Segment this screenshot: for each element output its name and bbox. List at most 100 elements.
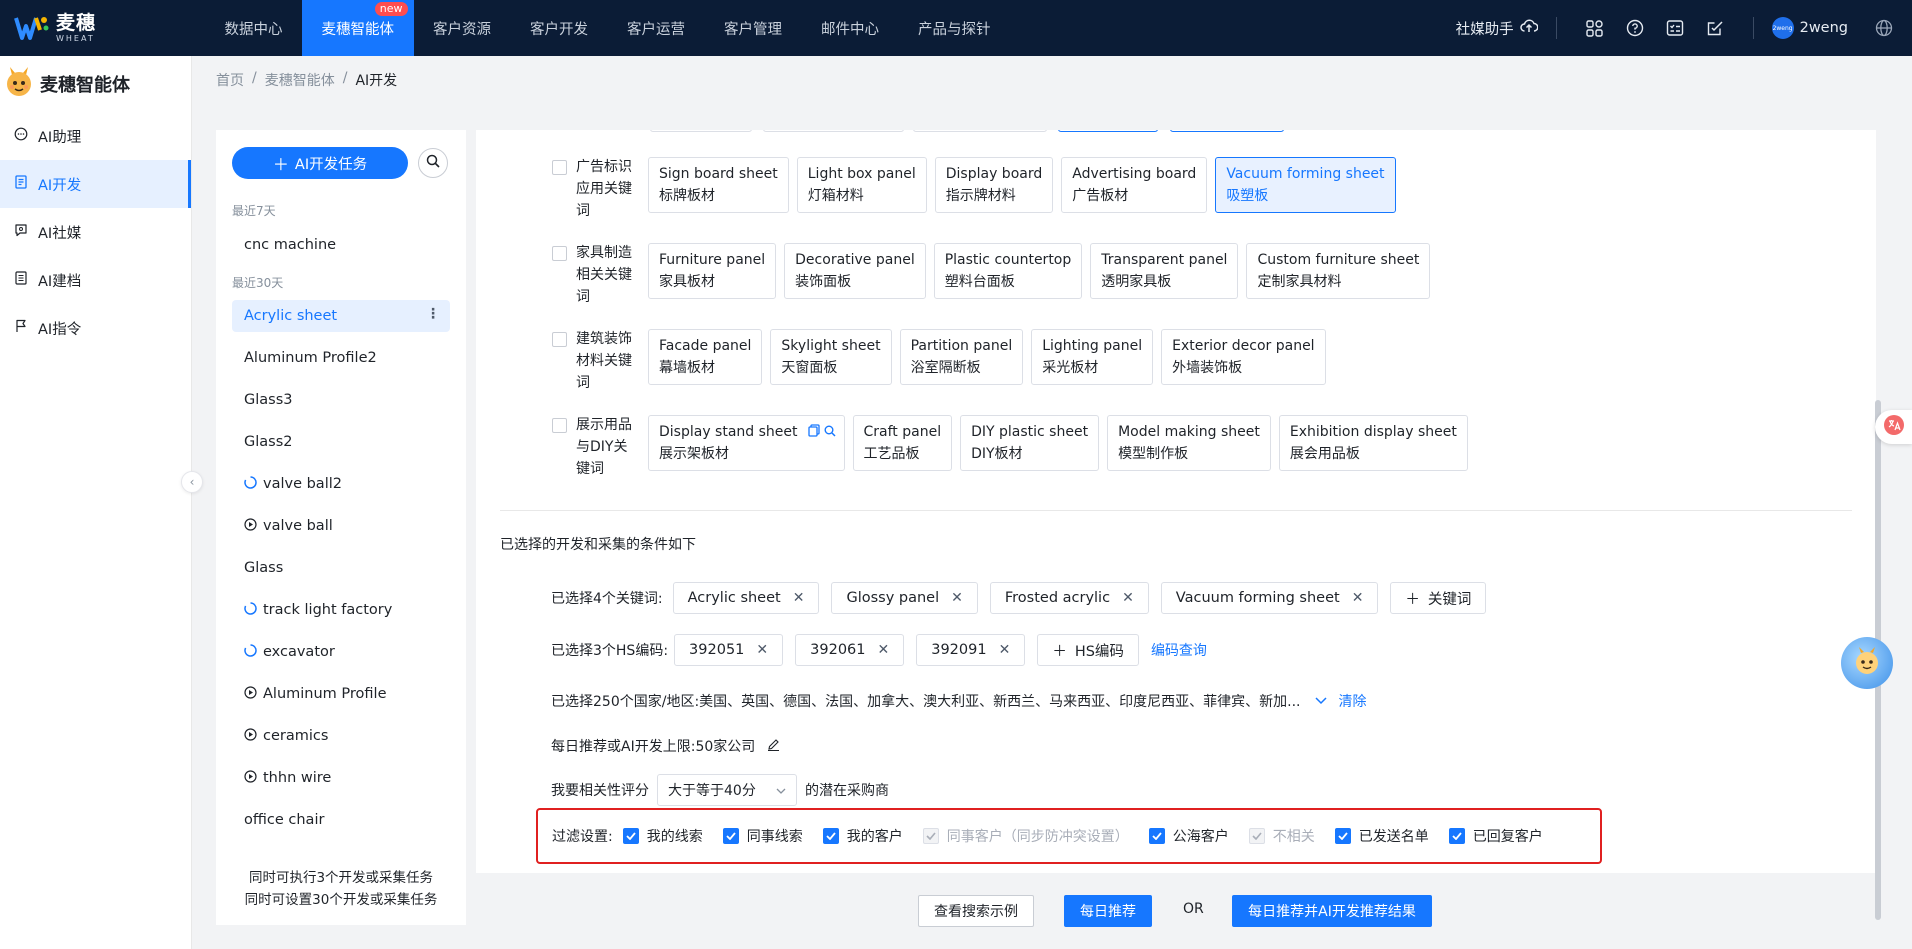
filter-my-leads[interactable]: 我的线索	[622, 826, 703, 846]
filter-colleague-leads[interactable]: 同事线索	[722, 826, 803, 846]
close-icon[interactable]: ✕	[1122, 590, 1134, 606]
nav-item-products-probe[interactable]: 产品与探针	[899, 0, 1011, 56]
hs-lookup-link[interactable]: 编码查询	[1151, 640, 1207, 660]
keyword-option[interactable]: Model making sheet 模型制作板	[1107, 415, 1271, 471]
keyword-option[interactable]: Lighting panel 采光板材	[1031, 329, 1154, 385]
sidebar-item-ai-development[interactable]: AI开发	[0, 160, 191, 208]
add-hs-code-button[interactable]: ＋ HS编码	[1037, 634, 1139, 666]
more-vertical-icon[interactable]: ⋮	[426, 307, 440, 321]
task-item[interactable]: Glass2	[232, 426, 450, 458]
close-icon[interactable]: ✕	[793, 590, 805, 606]
chevron-down-icon[interactable]	[1314, 693, 1327, 709]
nav-item-ai-agent[interactable]: 麦穗智能体 new	[302, 0, 414, 56]
copy-icon[interactable]	[807, 422, 820, 444]
close-icon[interactable]: ✕	[878, 642, 890, 658]
edit-note-icon[interactable]	[1705, 18, 1725, 38]
close-icon[interactable]: ✕	[951, 590, 963, 606]
keyword-option[interactable]: Furniture panel 家具板材	[648, 243, 777, 299]
apps-grid-icon[interactable]	[1585, 18, 1605, 38]
task-item[interactable]: valve ball2	[232, 468, 450, 500]
category-checkbox[interactable]	[552, 418, 567, 433]
keyword-option[interactable]: Exterior decor panel 外墙装饰板	[1161, 329, 1326, 385]
nav-item-customer-resources[interactable]: 客户资源	[414, 0, 511, 56]
category-label: 广告标识应用关键词	[576, 159, 632, 219]
user-menu[interactable]: 2weng 2weng	[1771, 17, 1848, 39]
filter-public-customers[interactable]: 公海客户	[1148, 826, 1229, 846]
filter-sent-list[interactable]: 已发送名单	[1334, 826, 1429, 846]
task-search-button[interactable]	[418, 148, 448, 178]
keyword-option[interactable]: DIY plastic sheet DIY板材	[960, 415, 1100, 471]
task-item[interactable]: excavator	[232, 636, 450, 668]
keyword-option[interactable]: Display stand sheet 展示架板材	[648, 415, 845, 471]
breadcrumb-home[interactable]: 首页	[216, 70, 244, 90]
close-icon[interactable]: ✕	[999, 642, 1011, 658]
task-item[interactable]: Glass	[232, 552, 450, 584]
add-keyword-button[interactable]: ＋关键词	[1390, 582, 1487, 614]
keyword-option[interactable]: Display board 指示牌材料	[934, 157, 1054, 213]
filter-my-customers[interactable]: 我的客户	[822, 826, 903, 846]
keyword-option[interactable]: Skylight sheet 天窗面板	[770, 329, 892, 385]
task-list-icon[interactable]	[1665, 18, 1685, 38]
task-item[interactable]: ceramics	[232, 720, 450, 752]
collapse-sidebar-button[interactable]: ‹	[181, 471, 203, 493]
task-item[interactable]: track light factory	[232, 594, 450, 626]
plus-icon: ＋	[1052, 643, 1067, 660]
keyword-option[interactable]: Plastic countertop 塑料台面板	[933, 243, 1083, 299]
task-item[interactable]: Aluminum Profile	[232, 678, 450, 710]
social-assistant-button[interactable]: 社媒助手	[1456, 18, 1539, 39]
edit-icon[interactable]	[767, 738, 780, 755]
search-icon[interactable]	[824, 422, 836, 444]
flag-icon	[14, 319, 28, 337]
translate-widget[interactable]	[1875, 410, 1912, 444]
view-search-example-button[interactable]: 查看搜索示例	[918, 895, 1034, 927]
close-icon[interactable]: ✕	[756, 642, 768, 658]
keyword-option[interactable]: Light box panel 灯箱材料	[796, 157, 927, 213]
keyword-option[interactable]: Transparent panel 透明家具板	[1090, 243, 1239, 299]
clear-countries-link[interactable]: 清除	[1339, 691, 1367, 711]
nav-item-customer-management[interactable]: 客户管理	[705, 0, 802, 56]
task-item[interactable]: cnc machine	[232, 229, 450, 261]
task-item[interactable]: Glass3	[232, 384, 450, 416]
keyword-option[interactable]: Sign board sheet 标牌板材	[648, 157, 789, 213]
daily-recommend-ai-button[interactable]: 每日推荐并AI开发推荐结果	[1232, 895, 1432, 927]
loading-spinner-icon	[244, 643, 257, 661]
sidebar-item-ai-assistant[interactable]: AI助理	[0, 112, 191, 160]
task-item[interactable]: office chair	[232, 804, 450, 836]
add-ai-task-button[interactable]: ＋ AI开发任务	[232, 147, 408, 179]
nav-item-customer-development[interactable]: 客户开发	[511, 0, 608, 56]
sidebar-item-ai-command[interactable]: AI指令	[0, 304, 191, 352]
keyword-option[interactable]: Advertising board 广告板材	[1061, 157, 1208, 213]
nav-item-data-center[interactable]: 数据中心	[205, 0, 302, 56]
keyword-option[interactable]: Exhibition display sheet 展会用品板	[1278, 415, 1468, 471]
category-checkbox[interactable]	[552, 332, 567, 347]
daily-recommend-button[interactable]: 每日推荐	[1064, 895, 1152, 927]
category-checkbox[interactable]	[552, 246, 567, 261]
keyword-option[interactable]: Custom furniture sheet 定制家具材料	[1246, 243, 1431, 299]
keyword-option[interactable]: Partition panel 浴室隔断板	[899, 329, 1024, 385]
play-circle-icon	[244, 517, 257, 535]
score-select[interactable]: 大于等于40分	[657, 774, 797, 806]
breadcrumb-section[interactable]: 麦穗智能体	[265, 70, 335, 90]
task-item[interactable]: thhn wire	[232, 762, 450, 794]
sidebar-item-ai-profile[interactable]: AI建档	[0, 256, 191, 304]
nav-item-mail-center[interactable]: 邮件中心	[802, 0, 899, 56]
keyword-option[interactable]: Facade panel 幕墙板材	[648, 329, 763, 385]
keyword-option[interactable]: Decorative panel 装饰面板	[784, 243, 926, 299]
task-item[interactable]: valve ball	[232, 510, 450, 542]
sidebar-item-ai-social[interactable]: AI社媒	[0, 208, 191, 256]
checkbox-checked-icon	[1148, 828, 1165, 844]
filter-replied-customers[interactable]: 已回复客户	[1448, 826, 1543, 846]
task-item-selected[interactable]: Acrylic sheet ⋮	[232, 300, 450, 332]
loading-spinner-icon	[244, 475, 257, 493]
category-checkbox[interactable]	[552, 160, 567, 175]
help-icon[interactable]	[1625, 18, 1645, 38]
ai-assistant-float-button[interactable]	[1841, 637, 1893, 689]
keyword-option[interactable]: Craft panel 工艺品板	[852, 415, 953, 471]
task-item[interactable]: Aluminum Profile2	[232, 342, 450, 374]
globe-icon[interactable]	[1874, 18, 1894, 38]
nav-item-customer-operations[interactable]: 客户运营	[608, 0, 705, 56]
close-icon[interactable]: ✕	[1352, 590, 1364, 606]
keyword-option-selected[interactable]: Vacuum forming sheet 吸塑板	[1215, 157, 1396, 213]
keywords-label: 已选择4个关键词:	[551, 591, 663, 607]
brand-logo[interactable]: 麦穗 WHEAT	[0, 13, 200, 43]
